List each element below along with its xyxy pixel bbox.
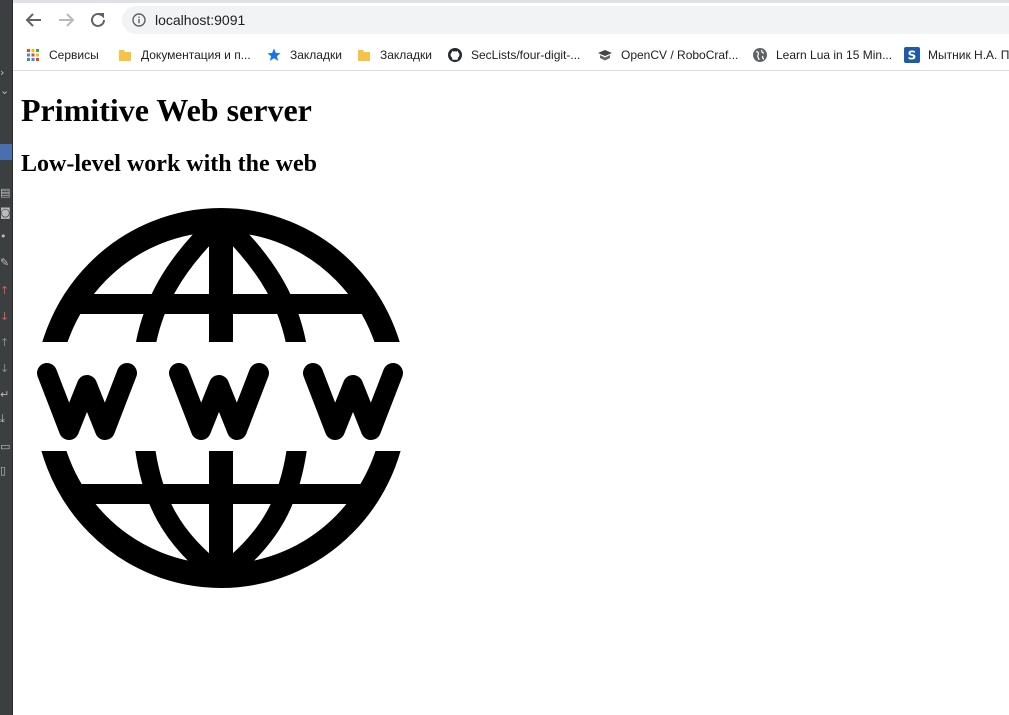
www-letters	[37, 363, 403, 440]
apps-grid-icon	[25, 47, 41, 63]
address-bar[interactable]: localhost:9091	[122, 6, 1009, 34]
robocraft-icon	[597, 47, 613, 63]
dot-icon: •	[0, 230, 7, 243]
bookmarks-bar: Сервисы Документация и п... Закладки Зак…	[13, 40, 1009, 71]
selected-marker	[0, 144, 12, 160]
arrow-down-icon[interactable]: ↓	[0, 362, 12, 376]
github-icon	[447, 47, 463, 63]
svg-text:S: S	[908, 49, 917, 63]
star-icon	[266, 47, 282, 63]
bookmark-label: Мытник Н.А. П	[928, 48, 1009, 62]
bookmark-label: Сервисы	[49, 48, 99, 62]
bookmark-label: Документация и п...	[141, 48, 251, 62]
bookmark-mytnik[interactable]: S Мытник Н.А. П	[904, 43, 1009, 67]
tool-icon[interactable]: ▤	[0, 186, 12, 200]
print-icon[interactable]: ▭	[0, 440, 12, 454]
bookmark-label: OpenCV / RoboCraf...	[621, 48, 739, 62]
back-arrow-icon[interactable]	[21, 8, 47, 32]
browser-toolbar: localhost:9091	[13, 0, 1009, 40]
url-text[interactable]: localhost:9091	[155, 6, 245, 34]
download-icon[interactable]: ⤓	[0, 412, 12, 426]
bookmark-folder-bookmarks[interactable]: Закладки	[356, 43, 432, 67]
folder-icon	[117, 47, 133, 63]
folder-icon	[356, 47, 372, 63]
tab-strip-edge	[13, 0, 1009, 3]
trash-icon[interactable]: ▯	[0, 464, 12, 478]
browser-window: localhost:9091 Сервисы Документация и п.…	[13, 0, 1009, 715]
bookmark-folder-docs[interactable]: Документация и п...	[117, 43, 251, 67]
bookmark-label: Закладки	[290, 48, 342, 62]
bookmark-label: SecLists/four-digit-...	[471, 48, 581, 62]
page-title: Primitive Web server	[21, 92, 312, 128]
info-icon[interactable]	[132, 13, 146, 27]
bookmark-label: Закладки	[380, 48, 432, 62]
page-content: Primitive Web server Low-level work with…	[13, 71, 1009, 715]
bookmark-star[interactable]: Закладки	[266, 43, 342, 67]
bookmark-learn-lua[interactable]: Learn Lua in 15 Min...	[752, 43, 892, 67]
chevron-right-icon[interactable]: ›	[0, 66, 12, 80]
arrow-up-icon[interactable]: ↑	[0, 336, 12, 350]
reload-icon[interactable]	[85, 8, 111, 32]
wrap-icon[interactable]: ↵	[0, 388, 12, 402]
ide-side-strip: › ⌄ ▤ ◙ • ✎ ↑ ↓ ↑ ↓ ↵ ⤓ ▭ ▯	[0, 0, 13, 715]
chevron-down-icon[interactable]: ⌄	[0, 84, 12, 98]
edit-icon[interactable]: ✎	[0, 256, 12, 270]
s-logo-icon: S	[904, 47, 920, 63]
arrow-down-icon[interactable]: ↓	[0, 310, 12, 324]
bookmark-seclists[interactable]: SecLists/four-digit-...	[447, 43, 580, 67]
arrow-up-icon[interactable]: ↑	[0, 284, 12, 298]
globe-icon	[752, 47, 768, 63]
bookmark-apps[interactable]: Сервисы	[25, 43, 99, 67]
www-globe-image	[35, 208, 407, 588]
bookmark-opencv[interactable]: OpenCV / RoboCraf...	[597, 43, 738, 67]
camera-icon[interactable]: ◙	[0, 206, 12, 220]
page-subtitle: Low-level work with the web	[21, 151, 317, 177]
bookmark-label: Learn Lua in 15 Min...	[776, 48, 893, 62]
forward-arrow-icon[interactable]	[53, 8, 79, 32]
